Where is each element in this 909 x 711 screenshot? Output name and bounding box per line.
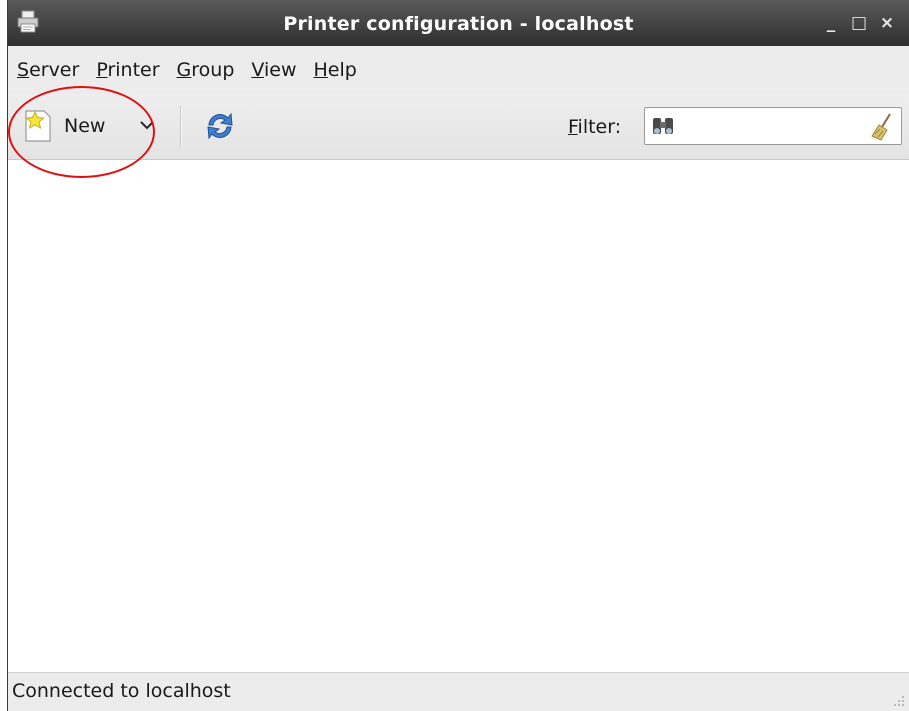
refresh-icon[interactable]	[203, 109, 237, 143]
window-title: Printer configuration - localhost	[283, 13, 634, 35]
menu-group[interactable]: Group	[168, 46, 243, 94]
printer-list-area[interactable]	[8, 160, 909, 672]
toolbar: New Filter:	[8, 94, 909, 160]
menu-printer[interactable]: Printer	[87, 46, 167, 94]
minimize-button[interactable]: _	[817, 12, 845, 34]
binoculars-icon	[653, 118, 673, 134]
title-bar[interactable]: Printer configuration - localhost _ □ ×	[8, 0, 909, 46]
menu-bar: Server Printer Group View Help	[8, 46, 909, 94]
new-star-icon	[25, 110, 51, 142]
status-text: Connected to localhost	[12, 680, 231, 702]
maximize-button[interactable]: □	[845, 12, 873, 34]
menu-server[interactable]: Server	[8, 46, 87, 94]
broom-clear-icon[interactable]	[869, 112, 895, 142]
filter-input[interactable]	[685, 112, 859, 142]
toolbar-separator	[180, 106, 182, 148]
new-button[interactable]: New	[24, 106, 105, 146]
menu-view[interactable]: View	[242, 46, 304, 94]
close-button[interactable]: ×	[873, 12, 901, 34]
chevron-down-icon[interactable]	[138, 116, 156, 134]
menu-help[interactable]: Help	[305, 46, 365, 94]
new-button-label: New	[64, 115, 106, 137]
filter-field[interactable]	[644, 107, 902, 145]
printer-config-window: Printer configuration - localhost _ □ × …	[7, 0, 909, 711]
status-bar: Connected to localhost	[8, 672, 909, 711]
filter-label: Filter:	[568, 116, 622, 138]
window-controls: _ □ ×	[817, 12, 901, 34]
resize-grip-icon[interactable]	[893, 695, 905, 707]
